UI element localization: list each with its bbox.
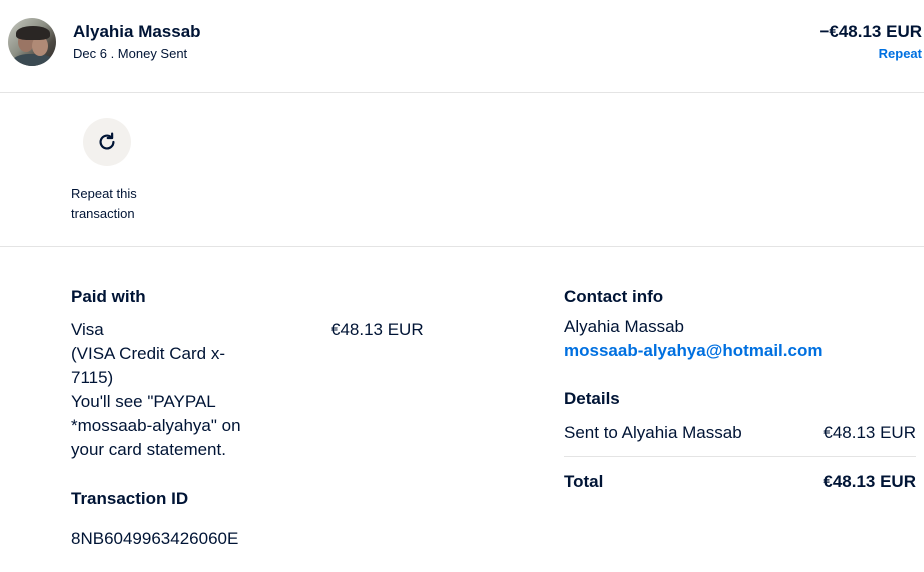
avatar-shirt bbox=[12, 54, 54, 66]
avatar bbox=[8, 18, 56, 66]
transaction-header: Alyahia Massab Dec 6 . Money Sent −€48.1… bbox=[0, 0, 924, 93]
avatar-hair bbox=[16, 26, 50, 40]
details-total-amount: €48.13 EUR bbox=[823, 472, 916, 491]
recipient-name: Alyahia Massab bbox=[73, 22, 201, 41]
details-title: Details bbox=[564, 389, 620, 408]
contact-email-link[interactable]: mossaab-alyahya@hotmail.com bbox=[564, 339, 822, 363]
repeat-transaction-label[interactable]: Repeat this transaction bbox=[71, 184, 161, 224]
details-sent-row: Sent to Alyahia Massab €48.13 EUR bbox=[564, 421, 916, 445]
paid-with-line: 7115) bbox=[71, 368, 114, 387]
transaction-id-value: 8NB6049963426060E bbox=[71, 529, 239, 548]
contact-name: Alyahia Massab bbox=[564, 317, 685, 336]
paid-with-line: your card statement. bbox=[71, 440, 226, 459]
repeat-transaction-button[interactable] bbox=[83, 118, 131, 166]
paid-with-amount: €48.13 EUR bbox=[331, 320, 424, 339]
paid-with-line: (VISA Credit Card x- bbox=[71, 344, 225, 363]
repeat-link[interactable]: Repeat bbox=[879, 46, 922, 61]
transaction-subline: Dec 6 . Money Sent bbox=[73, 46, 188, 61]
contact-info-title: Contact info bbox=[564, 287, 664, 306]
refresh-icon bbox=[99, 132, 115, 150]
details-total-row: Total €48.13 EUR bbox=[564, 470, 916, 494]
paid-with-line: You'll see "PAYPAL bbox=[71, 392, 216, 411]
transaction-amount: −€48.13 EUR bbox=[819, 22, 922, 41]
paid-with-title: Paid with bbox=[71, 287, 146, 306]
action-section: Repeat this transaction bbox=[0, 93, 924, 247]
details-total-label: Total bbox=[564, 472, 604, 491]
details-sent-label: Sent to Alyahia Massab bbox=[564, 423, 742, 442]
details-divider bbox=[564, 456, 916, 457]
details-sent-amount: €48.13 EUR bbox=[823, 423, 916, 442]
transaction-id-title: Transaction ID bbox=[71, 489, 189, 508]
paid-with-line: Visa bbox=[71, 320, 104, 339]
paid-with-line: *mossaab-alyahya" on bbox=[71, 416, 241, 435]
paid-with-description: Visa (VISA Credit Card x- 7115) You'll s… bbox=[71, 318, 271, 462]
